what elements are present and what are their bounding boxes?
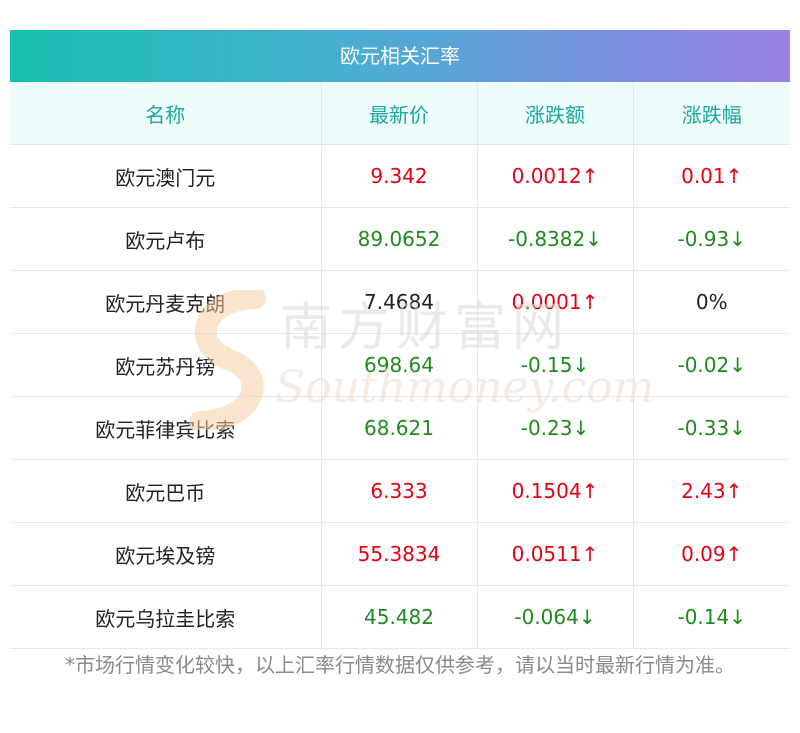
price-change-percent: 0.01↑: [633, 144, 790, 208]
price-change: -0.23↓: [477, 396, 634, 460]
currency-pair-name: 欧元菲律宾比索: [10, 396, 322, 460]
header-change: 涨跌额: [477, 82, 634, 145]
header-row: 名称 最新价 涨跌额 涨跌幅: [10, 82, 790, 145]
currency-pair-name: 欧元卢布: [10, 207, 322, 271]
table-row[interactable]: 欧元菲律宾比索 68.621 -0.23↓ -0.33↓: [10, 396, 790, 460]
table-row[interactable]: 欧元卢布 89.0652 -0.8382↓ -0.93↓: [10, 207, 790, 271]
latest-price: 55.3834: [321, 522, 478, 586]
header-price: 最新价: [321, 82, 478, 145]
latest-price: 698.64: [321, 333, 478, 397]
rates-table: 名称 最新价 涨跌额 涨跌幅 欧元澳门元 9.342 0.0012↑ 0.01↑ 欧元卢…: [10, 82, 790, 649]
price-change-percent: -0.93↓: [633, 207, 790, 271]
table-row[interactable]: 欧元埃及镑 55.3834 0.0511↑ 0.09↑: [10, 522, 790, 586]
price-change-percent: 0%: [633, 270, 790, 334]
currency-pair-name: 欧元埃及镑: [10, 522, 322, 586]
price-change-percent: 0.09↑: [633, 522, 790, 586]
price-change: 0.1504↑: [477, 459, 634, 523]
table-row[interactable]: 欧元澳门元 9.342 0.0012↑ 0.01↑: [10, 144, 790, 208]
table-title: 欧元相关汇率: [10, 30, 790, 82]
price-change-percent: 2.43↑: [633, 459, 790, 523]
header-percent: 涨跌幅: [633, 82, 790, 145]
disclaimer-footnote: *市场行情变化较快，以上汇率行情数据仅供参考，请以当时最新行情为准。: [65, 653, 735, 677]
exchange-rate-table: 欧元相关汇率 名称 最新价 涨跌额 涨跌幅 欧元澳门元 9.342 0.0012↑ 0…: [10, 30, 790, 649]
currency-pair-name: 欧元乌拉圭比索: [10, 585, 322, 649]
price-change: 0.0511↑: [477, 522, 634, 586]
currency-pair-name: 欧元澳门元: [10, 144, 322, 208]
latest-price: 89.0652: [321, 207, 478, 271]
price-change: -0.8382↓: [477, 207, 634, 271]
table-row[interactable]: 欧元苏丹镑 698.64 -0.15↓ -0.02↓: [10, 333, 790, 397]
latest-price: 7.4684: [321, 270, 478, 334]
price-change: 0.0012↑: [477, 144, 634, 208]
table-row[interactable]: 欧元乌拉圭比索 45.482 -0.064↓ -0.14↓: [10, 585, 790, 649]
price-change-percent: -0.33↓: [633, 396, 790, 460]
latest-price: 6.333: [321, 459, 478, 523]
price-change-percent: -0.14↓: [633, 585, 790, 649]
latest-price: 9.342: [321, 144, 478, 208]
price-change: -0.15↓: [477, 333, 634, 397]
currency-pair-name: 欧元丹麦克朗: [10, 270, 322, 334]
header-name: 名称: [10, 82, 322, 145]
latest-price: 45.482: [321, 585, 478, 649]
currency-pair-name: 欧元苏丹镑: [10, 333, 322, 397]
table-row[interactable]: 欧元巴币 6.333 0.1504↑ 2.43↑: [10, 459, 790, 523]
table-row[interactable]: 欧元丹麦克朗 7.4684 0.0001↑ 0%: [10, 270, 790, 334]
price-change: 0.0001↑: [477, 270, 634, 334]
price-change: -0.064↓: [477, 585, 634, 649]
currency-pair-name: 欧元巴币: [10, 459, 322, 523]
latest-price: 68.621: [321, 396, 478, 460]
price-change-percent: -0.02↓: [633, 333, 790, 397]
